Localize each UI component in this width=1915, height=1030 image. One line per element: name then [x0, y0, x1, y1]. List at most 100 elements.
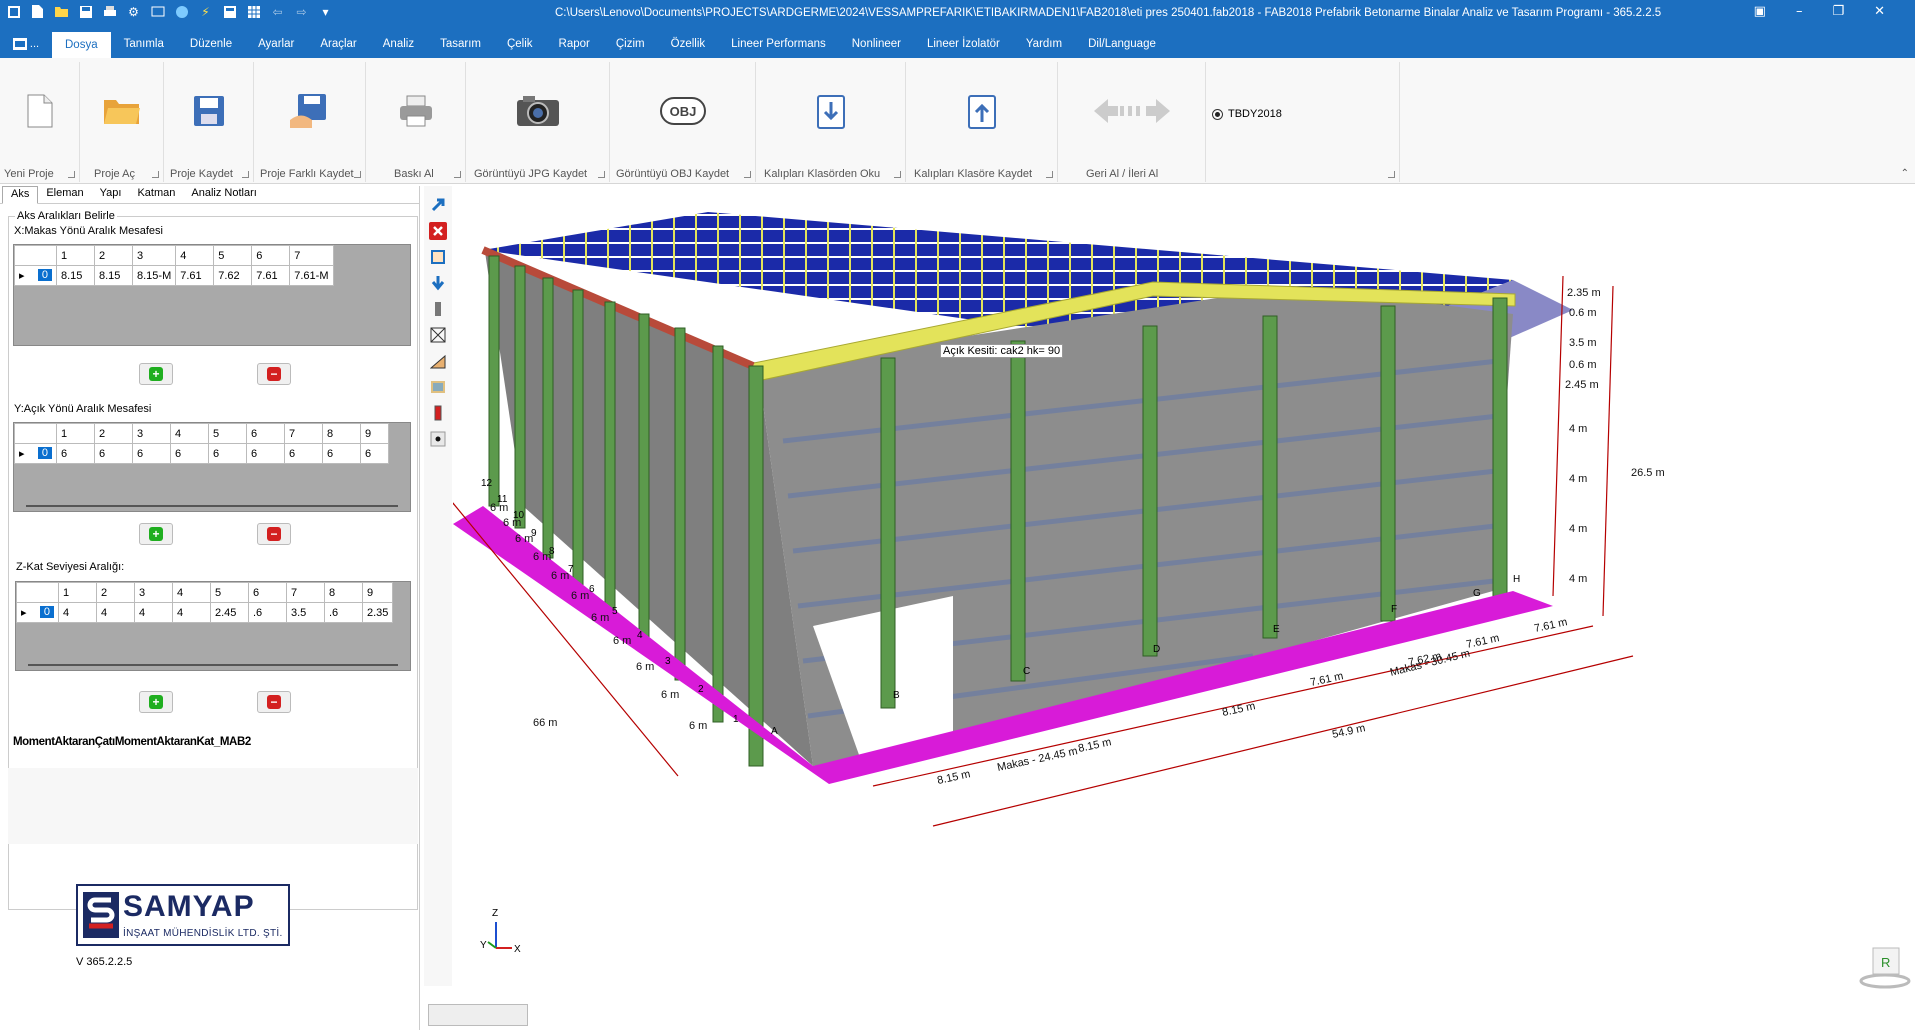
dropdown-icon[interactable]: ▾ [318, 4, 333, 19]
new-file-icon[interactable] [30, 4, 45, 19]
grid-cell[interactable]: 7.61 [175, 265, 215, 286]
close-icon[interactable]: ✕ [1874, 0, 1885, 19]
menu-duzenle[interactable]: Düzenle [177, 30, 245, 58]
grid-cell[interactable]: 2.45 [210, 602, 249, 623]
redo-icon[interactable]: ⇨ [294, 4, 309, 19]
cross-box-icon[interactable] [429, 326, 447, 344]
ribbon-group-proje-kaydet[interactable]: Proje Kaydet [164, 62, 254, 182]
grid-cell[interactable]: 4 [96, 602, 135, 623]
undo-icon[interactable]: ⇦ [270, 4, 285, 19]
restore-ribbon-icon[interactable]: ▣ [1754, 0, 1766, 19]
building-model[interactable]: 66 m Makas - 24.45 m Makas - 30.45 m 54.… [453, 186, 1915, 1000]
menu-tanimla[interactable]: Tanımla [111, 30, 177, 58]
row-index-cell[interactable]: 0 [39, 606, 54, 618]
tab-katman[interactable]: Katman [129, 186, 183, 203]
horizontal-scrollbar[interactable] [28, 664, 398, 666]
menu-analiz[interactable]: Analiz [370, 30, 427, 58]
group-expander-icon[interactable] [454, 171, 461, 178]
grid-cell[interactable]: 6 [132, 443, 171, 464]
grid-cell[interactable]: 6 [56, 443, 95, 464]
row-index-cell[interactable]: 0 [37, 269, 52, 281]
grid-cell[interactable]: 7.61-M [289, 265, 334, 286]
menu-cizim[interactable]: Çizim [603, 30, 658, 58]
horizontal-scrollbar[interactable] [26, 505, 398, 507]
grid-cell[interactable]: 7.62 [213, 265, 253, 286]
menu-ayarlar[interactable]: Ayarlar [245, 30, 307, 58]
app-menu-button[interactable]: ... [0, 31, 52, 57]
menu-dosya[interactable]: Dosya [52, 30, 111, 58]
menu-celik[interactable]: Çelik [494, 30, 546, 58]
grid-cell[interactable]: 2.35 [361, 602, 394, 623]
ribbon-group-baski-al[interactable]: Baskı Al [366, 62, 466, 182]
ribbon-group-yeni-proje[interactable]: Yeni Proje [0, 62, 80, 182]
group-expander-icon[interactable] [598, 171, 605, 178]
row-header[interactable]: ▸ 0 [14, 443, 57, 464]
collapse-ribbon-icon[interactable]: ⌃ [1901, 168, 1909, 179]
tab-aks[interactable]: Aks [2, 186, 39, 204]
menu-lineer-izolator[interactable]: Lineer İzolatör [914, 30, 1013, 58]
ribbon-group-jpg-kaydet[interactable]: Görüntüyü JPG Kaydet [466, 62, 610, 182]
grid-cell[interactable]: 4 [134, 602, 173, 623]
dot-icon[interactable] [429, 430, 447, 448]
grid-icon[interactable] [246, 4, 261, 19]
down-arrow-icon[interactable] [429, 274, 447, 292]
grid-cell[interactable]: 6 [94, 443, 133, 464]
screen-icon[interactable] [150, 4, 165, 19]
view-cube-icon[interactable]: R [1859, 947, 1911, 989]
grid-cell[interactable]: 6 [170, 443, 209, 464]
grid-cell[interactable]: 6 [360, 443, 389, 464]
group-expander-icon[interactable] [354, 171, 361, 178]
remove-y-axis-button[interactable]: − [257, 523, 291, 545]
grid-cell[interactable]: 8.15 [56, 265, 95, 286]
open-folder-icon[interactable] [54, 4, 69, 19]
menu-lineer-performans[interactable]: Lineer Performans [718, 30, 839, 58]
group-expander-icon[interactable] [894, 171, 901, 178]
menu-yardim[interactable]: Yardım [1013, 30, 1075, 58]
ribbon-group-kaliplari-oku[interactable]: Kalıpları Klasörden Oku [756, 62, 906, 182]
gear-icon[interactable]: ⚙ [126, 4, 141, 19]
remove-x-axis-button[interactable]: − [257, 363, 291, 385]
grid-cell[interactable]: 4 [172, 602, 211, 623]
grid-cell[interactable]: 8.15 [94, 265, 133, 286]
grid-cell[interactable]: 3.5 [286, 602, 325, 623]
tab-yapi[interactable]: Yapı [92, 186, 130, 203]
code-radio-tbdy2018[interactable]: TBDY2018 [1212, 108, 1282, 120]
grid-cell[interactable]: 6 [208, 443, 247, 464]
select-box-icon[interactable] [429, 248, 447, 266]
delete-icon[interactable] [429, 222, 447, 240]
slope-icon[interactable] [429, 352, 447, 370]
grid-cell[interactable]: .6 [324, 602, 363, 623]
3d-viewport[interactable]: 66 m Makas - 24.45 m Makas - 30.45 m 54.… [453, 186, 1915, 1000]
add-x-axis-button[interactable]: + [139, 363, 173, 385]
group-expander-icon[interactable] [1388, 171, 1395, 178]
grid-cell[interactable]: 6 [246, 443, 285, 464]
grid-cell[interactable]: 6 [322, 443, 361, 464]
ribbon-group-obj-kaydet[interactable]: OBJ Görüntüyü OBJ Kaydet [610, 62, 756, 182]
image-icon[interactable] [429, 378, 447, 396]
row-index-cell[interactable]: 0 [37, 447, 52, 459]
app-logo-icon[interactable] [6, 4, 21, 19]
remove-z-level-button[interactable]: − [257, 691, 291, 713]
globe-icon[interactable] [174, 4, 189, 19]
grid-cell[interactable]: .6 [248, 602, 287, 623]
row-header[interactable]: ▸ 0 [14, 265, 57, 286]
move-arrow-icon[interactable] [429, 196, 447, 214]
maximize-icon[interactable]: ❐ [1832, 0, 1844, 19]
save-icon[interactable] [78, 4, 93, 19]
minimize-icon[interactable]: – [1796, 0, 1803, 19]
grid-cell[interactable]: 4 [58, 602, 97, 623]
add-y-axis-button[interactable]: + [139, 523, 173, 545]
ribbon-group-geri-ileri[interactable]: Geri Al / İleri Al [1058, 62, 1206, 182]
group-expander-icon[interactable] [242, 171, 249, 178]
menu-nonlineer[interactable]: Nonlineer [839, 30, 914, 58]
tab-eleman[interactable]: Eleman [38, 186, 91, 203]
ribbon-group-proje-farkli-kaydet[interactable]: Proje Farklı Kaydet [254, 62, 366, 182]
add-z-level-button[interactable]: + [139, 691, 173, 713]
ribbon-group-proje-ac[interactable]: Proje Aç [80, 62, 164, 182]
group-expander-icon[interactable] [68, 171, 75, 178]
grid-cell[interactable]: 7.61 [251, 265, 291, 286]
menu-tasarim[interactable]: Tasarım [427, 30, 494, 58]
ribbon-group-kaliplari-kaydet[interactable]: Kalıpları Klasöre Kaydet [906, 62, 1058, 182]
group-expander-icon[interactable] [152, 171, 159, 178]
menu-dil[interactable]: Dil/Language [1075, 30, 1169, 58]
